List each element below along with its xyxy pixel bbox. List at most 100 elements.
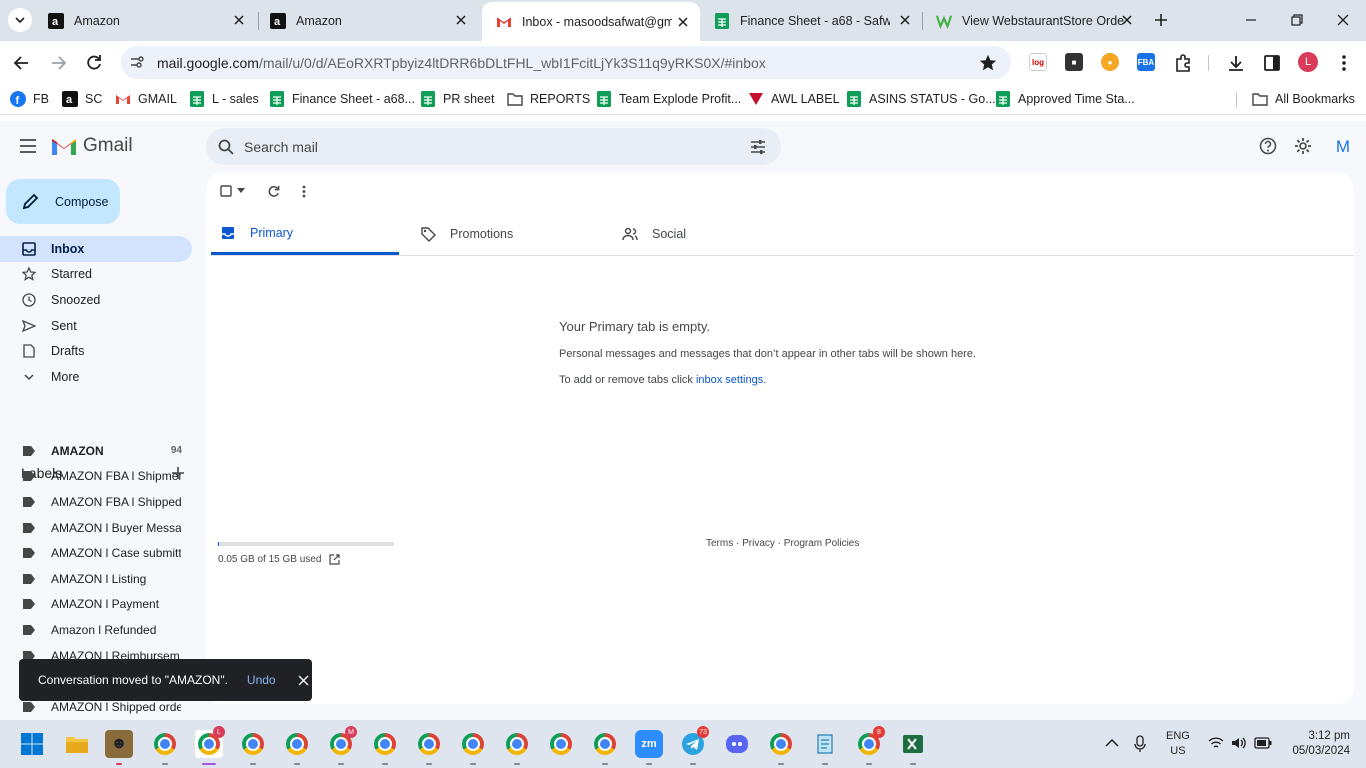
bookmark-l-sales[interactable]: L - sales (189, 91, 259, 107)
label-item[interactable]: Amazon l Refunded (0, 617, 192, 642)
bookmark-finance-sheet[interactable]: Finance Sheet - a68... (269, 91, 415, 107)
nav-sent[interactable]: Sent (0, 313, 192, 339)
label-item[interactable]: AMAZON l Payment (0, 591, 192, 616)
bookmark-reports[interactable]: REPORTS (507, 91, 590, 107)
site-info-icon[interactable] (129, 54, 145, 70)
new-tab-icon[interactable] (1153, 12, 1169, 28)
close-window-icon[interactable] (1335, 12, 1351, 28)
browser-tab-amazon-1[interactable]: a Amazon (34, 0, 256, 41)
chrome-app[interactable] (151, 730, 179, 765)
browser-tab-finance-sheet[interactable]: Finance Sheet - a68 - Safwat (700, 0, 922, 41)
chrome-app[interactable] (371, 730, 399, 765)
browser-tab-webstaurant[interactable]: View WebstaurantStore Orde (922, 0, 1144, 41)
restore-icon[interactable] (1289, 12, 1305, 28)
nav-drafts[interactable]: Drafts (0, 338, 192, 364)
volume-icon[interactable] (1231, 736, 1247, 750)
search-options-icon[interactable] (750, 139, 766, 155)
close-icon[interactable] (298, 675, 309, 686)
bookmark-awl-label[interactable]: AWL LABEL (748, 91, 840, 107)
nav-more[interactable]: More (0, 364, 192, 390)
inbox-settings-link[interactable]: inbox settings (696, 374, 763, 386)
browser-menu-icon[interactable] (1334, 53, 1354, 73)
clock[interactable]: 3:12 pm 05/03/2024 (1292, 729, 1350, 759)
chrome-app[interactable] (547, 730, 575, 758)
chrome-app[interactable] (591, 730, 619, 765)
settings-gear-icon[interactable] (1294, 137, 1312, 155)
main-menu-icon[interactable] (19, 138, 37, 154)
battery-icon[interactable] (1254, 737, 1272, 749)
label-item[interactable]: AMAZON l Listing (0, 566, 192, 591)
browser-tab-gmail-inbox[interactable]: Inbox - masoodsafwat@gma (482, 2, 700, 41)
more-options-icon[interactable] (302, 185, 306, 198)
open-external-icon[interactable] (329, 554, 341, 565)
gmail-logo[interactable]: Gmail (51, 135, 133, 157)
close-tab-icon[interactable] (676, 15, 690, 29)
compose-button[interactable]: Compose (6, 179, 120, 224)
close-tab-icon[interactable] (454, 13, 468, 27)
reload-icon[interactable] (84, 53, 104, 73)
bookmark-team-explode[interactable]: Team Explode Profit... (596, 91, 741, 107)
nav-snoozed[interactable]: Snoozed (0, 287, 192, 313)
nav-inbox[interactable]: Inbox (0, 236, 192, 262)
tab-search-button[interactable] (8, 8, 32, 32)
chrome-app[interactable] (415, 730, 443, 765)
discord-app[interactable] (723, 730, 751, 758)
all-bookmarks[interactable]: All Bookmarks (1252, 91, 1355, 107)
nav-starred[interactable]: Starred (0, 261, 192, 287)
search-input[interactable]: Search mail (244, 139, 318, 155)
bookmark-gmail[interactable]: GMAIL (115, 91, 177, 107)
extension-camera-icon[interactable]: ■ (1065, 53, 1083, 71)
close-tab-icon[interactable] (232, 13, 246, 27)
extension-orange-icon[interactable]: ● (1101, 53, 1119, 71)
close-tab-icon[interactable] (898, 13, 912, 27)
footer-links[interactable]: Terms · Privacy · Program Policies (706, 538, 859, 549)
bookmark-asins-status[interactable]: ASINS STATUS - Go... (846, 91, 996, 107)
chevron-up-icon[interactable] (1105, 738, 1119, 748)
chrome-app[interactable]: 8 (855, 726, 885, 765)
microphone-icon[interactable] (1133, 735, 1147, 753)
chrome-app[interactable]: M (327, 726, 357, 765)
search-icon[interactable] (218, 139, 234, 155)
download-icon[interactable] (1226, 53, 1246, 73)
bookmark-fb[interactable]: f FB (10, 91, 49, 107)
excel-app[interactable] (899, 730, 927, 765)
extensions-puzzle-icon[interactable] (1173, 53, 1193, 73)
chrome-app[interactable] (503, 730, 531, 765)
bookmark-sc[interactable]: a SC (62, 91, 102, 107)
bookmark-star-icon[interactable] (979, 54, 997, 72)
bookmark-pr-sheet[interactable]: PR sheet (420, 91, 494, 107)
undo-button[interactable]: Undo (247, 673, 276, 687)
chrome-app[interactable] (283, 730, 311, 765)
label-item[interactable]: AMAZON FBA l Shipped ... (0, 489, 192, 514)
chrome-app-active[interactable]: L (195, 726, 225, 765)
search-bar[interactable]: Search mail (206, 128, 781, 165)
bookmark-approved-time[interactable]: Approved Time Sta... (995, 91, 1135, 107)
extension-login-icon[interactable]: log (1029, 53, 1047, 71)
tab-primary[interactable]: Primary (211, 213, 399, 255)
close-tab-icon[interactable] (1120, 13, 1134, 27)
notepad-app[interactable] (811, 730, 839, 765)
minimize-icon[interactable] (1243, 12, 1259, 28)
chrome-app[interactable] (767, 730, 795, 765)
help-icon[interactable] (1259, 137, 1277, 155)
address-bar[interactable]: mail.google.com/mail/u/0/d/AEoRXRTpbyiz4… (121, 46, 1011, 79)
app-character-icon[interactable]: ☻ (105, 730, 133, 765)
label-amazon[interactable]: AMAZON 94 (0, 438, 192, 463)
select-all-checkbox[interactable] (220, 185, 245, 197)
browser-tab-amazon-2[interactable]: a Amazon (256, 0, 478, 41)
refresh-icon[interactable] (267, 185, 280, 198)
forward-arrow-icon[interactable] (48, 53, 68, 73)
back-arrow-icon[interactable] (12, 53, 32, 73)
wifi-icon[interactable] (1208, 736, 1224, 750)
tab-social[interactable]: Social (622, 213, 686, 255)
chrome-app[interactable] (239, 730, 267, 765)
file-explorer-app[interactable] (63, 730, 91, 758)
label-item[interactable]: AMAZON l Case submitt... (0, 540, 192, 565)
language-indicator[interactable]: ENG US (1166, 729, 1190, 759)
tab-promotions[interactable]: Promotions (420, 213, 513, 255)
label-item[interactable]: AMAZON l Buyer Messa... (0, 515, 192, 540)
windows-start-icon[interactable] (20, 732, 44, 756)
telegram-app[interactable]: 73 (679, 726, 709, 765)
zoom-app[interactable]: zm (635, 730, 663, 765)
account-avatar[interactable]: M (1331, 135, 1355, 159)
